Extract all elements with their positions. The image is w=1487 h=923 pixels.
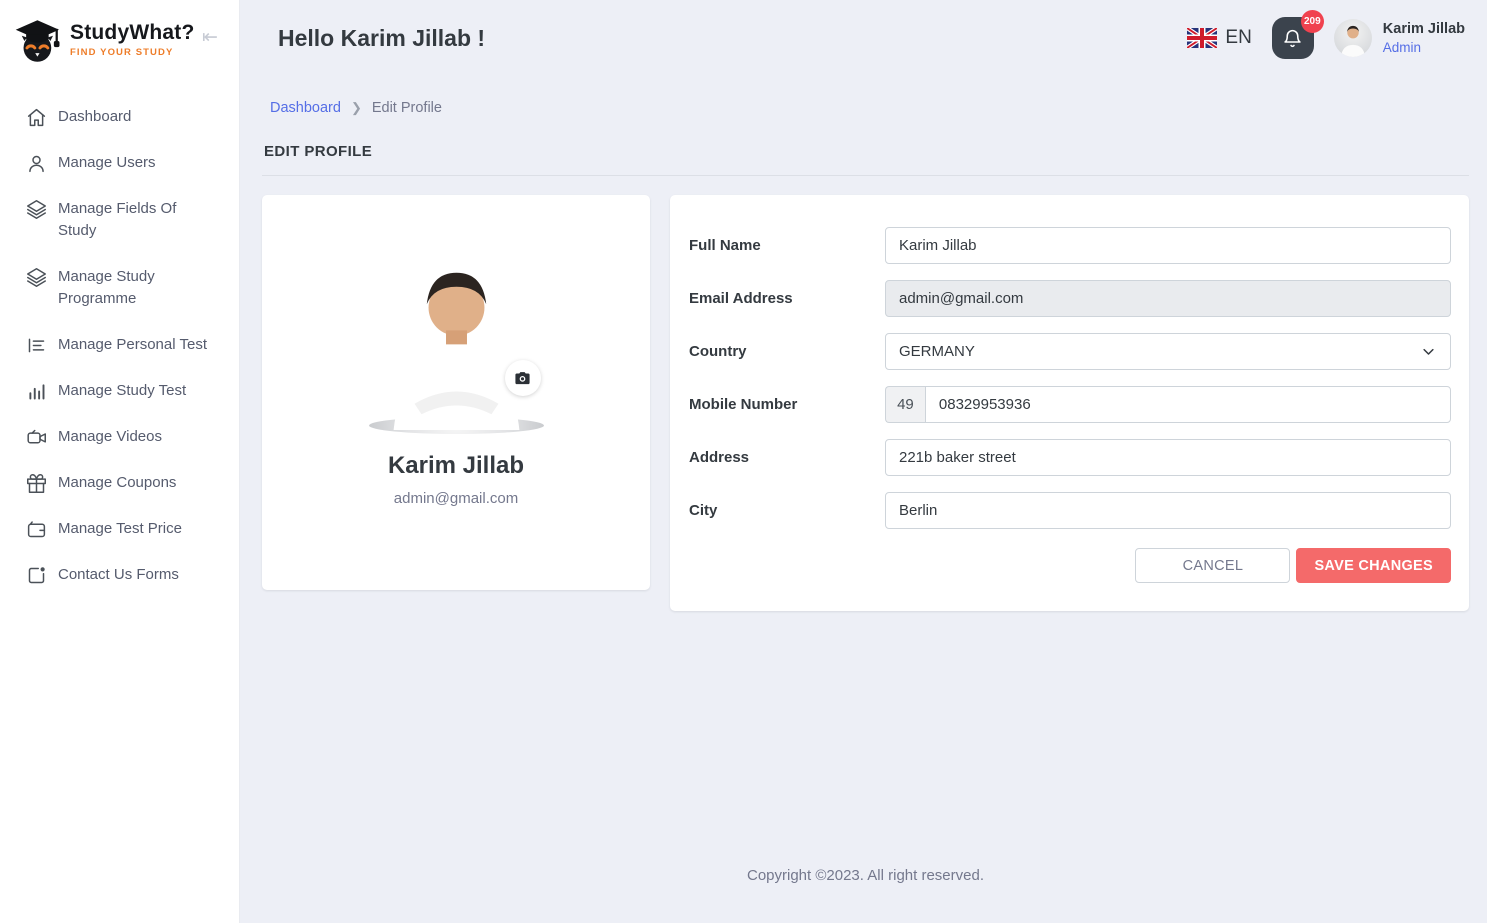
breadcrumb-current: Edit Profile [372, 100, 442, 116]
sidebar-item-label: Contact Us Forms [58, 564, 179, 586]
country-select[interactable]: GERMANY [885, 333, 1451, 370]
home-icon [26, 107, 47, 128]
profile-email: admin@gmail.com [262, 490, 650, 507]
chevron-right-icon: ❯ [351, 100, 362, 116]
sidebar-item-label: Manage Users [58, 152, 156, 174]
bar-chart-icon [26, 381, 47, 402]
address-label: Address [688, 449, 885, 466]
page-title: EDIT PROFILE [262, 143, 1469, 160]
breadcrumb: Dashboard ❯ Edit Profile [262, 100, 1469, 116]
sidebar-item-manage-study-programme[interactable]: Manage Study Programme [0, 254, 239, 322]
wallet-icon [26, 519, 47, 540]
profile-card: Karim Jillab admin@gmail.com [262, 195, 650, 590]
divider [262, 175, 1469, 176]
profile-photo [369, 417, 544, 434]
email-input [885, 280, 1451, 317]
language-code: EN [1225, 27, 1251, 49]
sidebar-item-label: Manage Test Price [58, 518, 182, 540]
breadcrumb-dashboard-link[interactable]: Dashboard [270, 100, 341, 116]
address-input[interactable] [885, 439, 1451, 476]
sidebar-item-label: Manage Study Programme [58, 266, 188, 310]
list-icon [26, 335, 47, 356]
chevron-down-icon [1421, 344, 1436, 359]
user-menu[interactable]: Karim Jillab Admin [1334, 19, 1465, 57]
dial-code-prefix: 49 [885, 386, 925, 423]
brand-tagline: FIND YOUR STUDY [70, 48, 194, 58]
owl-logo-icon [14, 15, 66, 65]
sidebar-collapse-icon[interactable]: ⇤ [202, 26, 218, 49]
country-selected-value: GERMANY [899, 343, 975, 360]
topbar: Hello Karim Jillab ! EN [240, 0, 1487, 76]
sidebar-item-dashboard[interactable]: Dashboard [0, 94, 239, 140]
sidebar-item-manage-videos[interactable]: Manage Videos [0, 414, 239, 460]
sidebar: StudyWhat? FIND YOUR STUDY ⇤ Dashboard M… [0, 0, 240, 923]
sidebar-item-label: Dashboard [58, 106, 131, 128]
sidebar-item-label: Manage Coupons [58, 472, 176, 494]
sidebar-item-manage-coupons[interactable]: Manage Coupons [0, 460, 239, 506]
full-name-input[interactable] [885, 227, 1451, 264]
country-label: Country [688, 343, 885, 360]
brand-name: StudyWhat? [70, 22, 194, 44]
gift-icon [26, 473, 47, 494]
sidebar-nav: Dashboard Manage Users Manage Fields Of … [0, 94, 239, 598]
sidebar-item-label: Manage Personal Test [58, 334, 207, 356]
camera-icon [514, 370, 531, 387]
cancel-button[interactable]: CANCEL [1135, 548, 1290, 583]
sidebar-item-label: Manage Fields Of Study [58, 198, 188, 242]
mobile-number-input[interactable] [925, 386, 1451, 423]
user-name: Karim Jillab [1383, 20, 1465, 39]
edit-profile-form: Full Name Email Address Country GERM [670, 195, 1469, 611]
copyright-text: Copyright ©2023. All right reserved. [747, 867, 984, 884]
sidebar-item-manage-users[interactable]: Manage Users [0, 140, 239, 186]
uk-flag-icon [1187, 28, 1217, 48]
sidebar-item-label: Manage Videos [58, 426, 162, 448]
sidebar-item-contact-us-forms[interactable]: Contact Us Forms [0, 552, 239, 598]
greeting-text: Hello Karim Jillab ! [278, 25, 485, 52]
user-icon [26, 153, 47, 174]
contact-form-icon [26, 565, 47, 586]
city-input[interactable] [885, 492, 1451, 529]
content: Dashboard ❯ Edit Profile EDIT PROFILE [240, 76, 1487, 923]
full-name-label: Full Name [688, 237, 885, 254]
sidebar-item-manage-fields-of-study[interactable]: Manage Fields Of Study [0, 186, 239, 254]
footer: Copyright ©2023. All right reserved. [262, 807, 1469, 915]
notification-count-badge: 209 [1301, 10, 1324, 33]
user-role: Admin [1383, 39, 1465, 57]
sidebar-item-manage-personal-test[interactable]: Manage Personal Test [0, 322, 239, 368]
email-label: Email Address [688, 290, 885, 307]
mobile-number-label: Mobile Number [688, 396, 885, 413]
city-label: City [688, 502, 885, 519]
sidebar-item-manage-test-price[interactable]: Manage Test Price [0, 506, 239, 552]
sidebar-item-label: Manage Study Test [58, 380, 186, 402]
main-area: Hello Karim Jillab ! EN [240, 0, 1487, 923]
video-camera-icon [26, 427, 47, 448]
layers-icon [26, 199, 47, 220]
profile-name: Karim Jillab [262, 452, 650, 480]
save-changes-button[interactable]: SAVE CHANGES [1296, 548, 1451, 583]
layers-icon [26, 267, 47, 288]
user-avatar [1334, 19, 1372, 57]
language-selector[interactable]: EN [1187, 27, 1251, 49]
sidebar-item-manage-study-test[interactable]: Manage Study Test [0, 368, 239, 414]
change-photo-button[interactable] [505, 360, 541, 396]
bell-icon [1282, 28, 1303, 49]
